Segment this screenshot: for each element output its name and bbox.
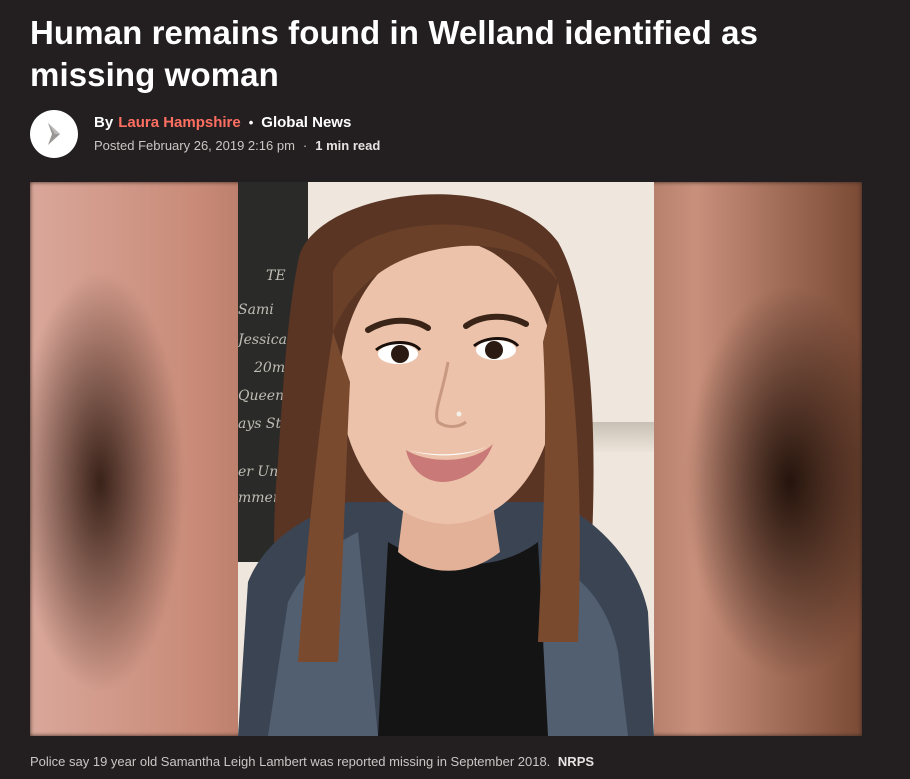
- author-link[interactable]: Laura Hampshire: [118, 113, 241, 133]
- posted-date: Posted February 26, 2019 2:16 pm: [94, 138, 295, 153]
- photo-caption: Police say 19 year old Samantha Leigh La…: [30, 752, 594, 772]
- read-time: 1 min read: [315, 138, 381, 153]
- byline-by-label: By: [94, 114, 114, 131]
- byline-dot-separator: •: [248, 115, 254, 130]
- article-headline: Human remains found in Welland identifie…: [30, 14, 759, 93]
- caption-text: Police say 19 year old Samantha Leigh La…: [30, 754, 551, 769]
- byline-author-line: By Laura Hampshire • Global News: [94, 113, 380, 133]
- date-separator: ·: [302, 138, 308, 153]
- byline-meta: By Laura Hampshire • Global News Posted …: [94, 113, 380, 155]
- photo-credit: NRPS: [557, 754, 595, 769]
- article-byline: By Laura Hampshire • Global News Posted …: [30, 108, 380, 160]
- article-photo[interactable]: TE Sami Jessica 20m Queen ays Str er Und…: [30, 182, 862, 736]
- outlet-name: Global News: [261, 114, 352, 131]
- photo-portrait: TE Sami Jessica 20m Queen ays Str er Und…: [238, 182, 654, 736]
- byline-date-line: Posted February 26, 2019 2:16 pm · 1 min…: [94, 137, 380, 155]
- portrait-illustration: [238, 194, 654, 736]
- global-news-logo-icon[interactable]: [30, 110, 78, 158]
